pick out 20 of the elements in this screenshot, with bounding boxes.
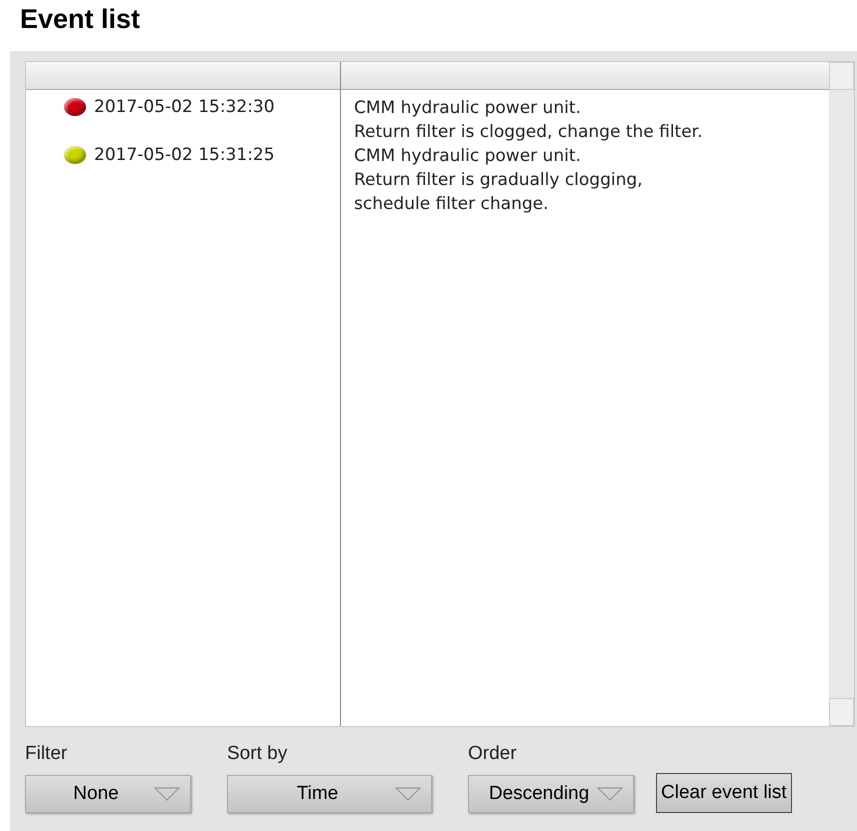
scroll-up-button[interactable] (829, 62, 854, 90)
dropdown[interactable]: None (25, 775, 191, 813)
dropdown[interactable]: Time (227, 775, 432, 813)
event-time: 2017-05-02 15:32:30 (94, 96, 275, 118)
caret-icon (154, 787, 180, 801)
scroll-down-button[interactable] (829, 698, 854, 726)
scrollbar[interactable] (829, 62, 854, 726)
column-header[interactable] (26, 62, 340, 90)
caret-icon (597, 787, 623, 801)
event-time: 2017-05-02 15:31:25 (94, 144, 275, 166)
dropdown-label: Filter (25, 743, 68, 765)
page-title: Event list (19, 3, 142, 36)
clear-button[interactable]: Clear event list (656, 773, 792, 813)
caret-icon (395, 787, 421, 801)
dropdown-label: Order (468, 743, 518, 765)
event-message: CMM hydraulic power unit. Return filter is clogged, change the filter. (353, 97, 704, 144)
column-header[interactable] (341, 62, 829, 90)
dropdown-label: Sort by (227, 743, 288, 765)
event-message: CMM hydraulic power unit. Return filter is gradually clogging, schedule filter change. (353, 145, 644, 216)
dropdown[interactable]: Descending (468, 775, 634, 813)
